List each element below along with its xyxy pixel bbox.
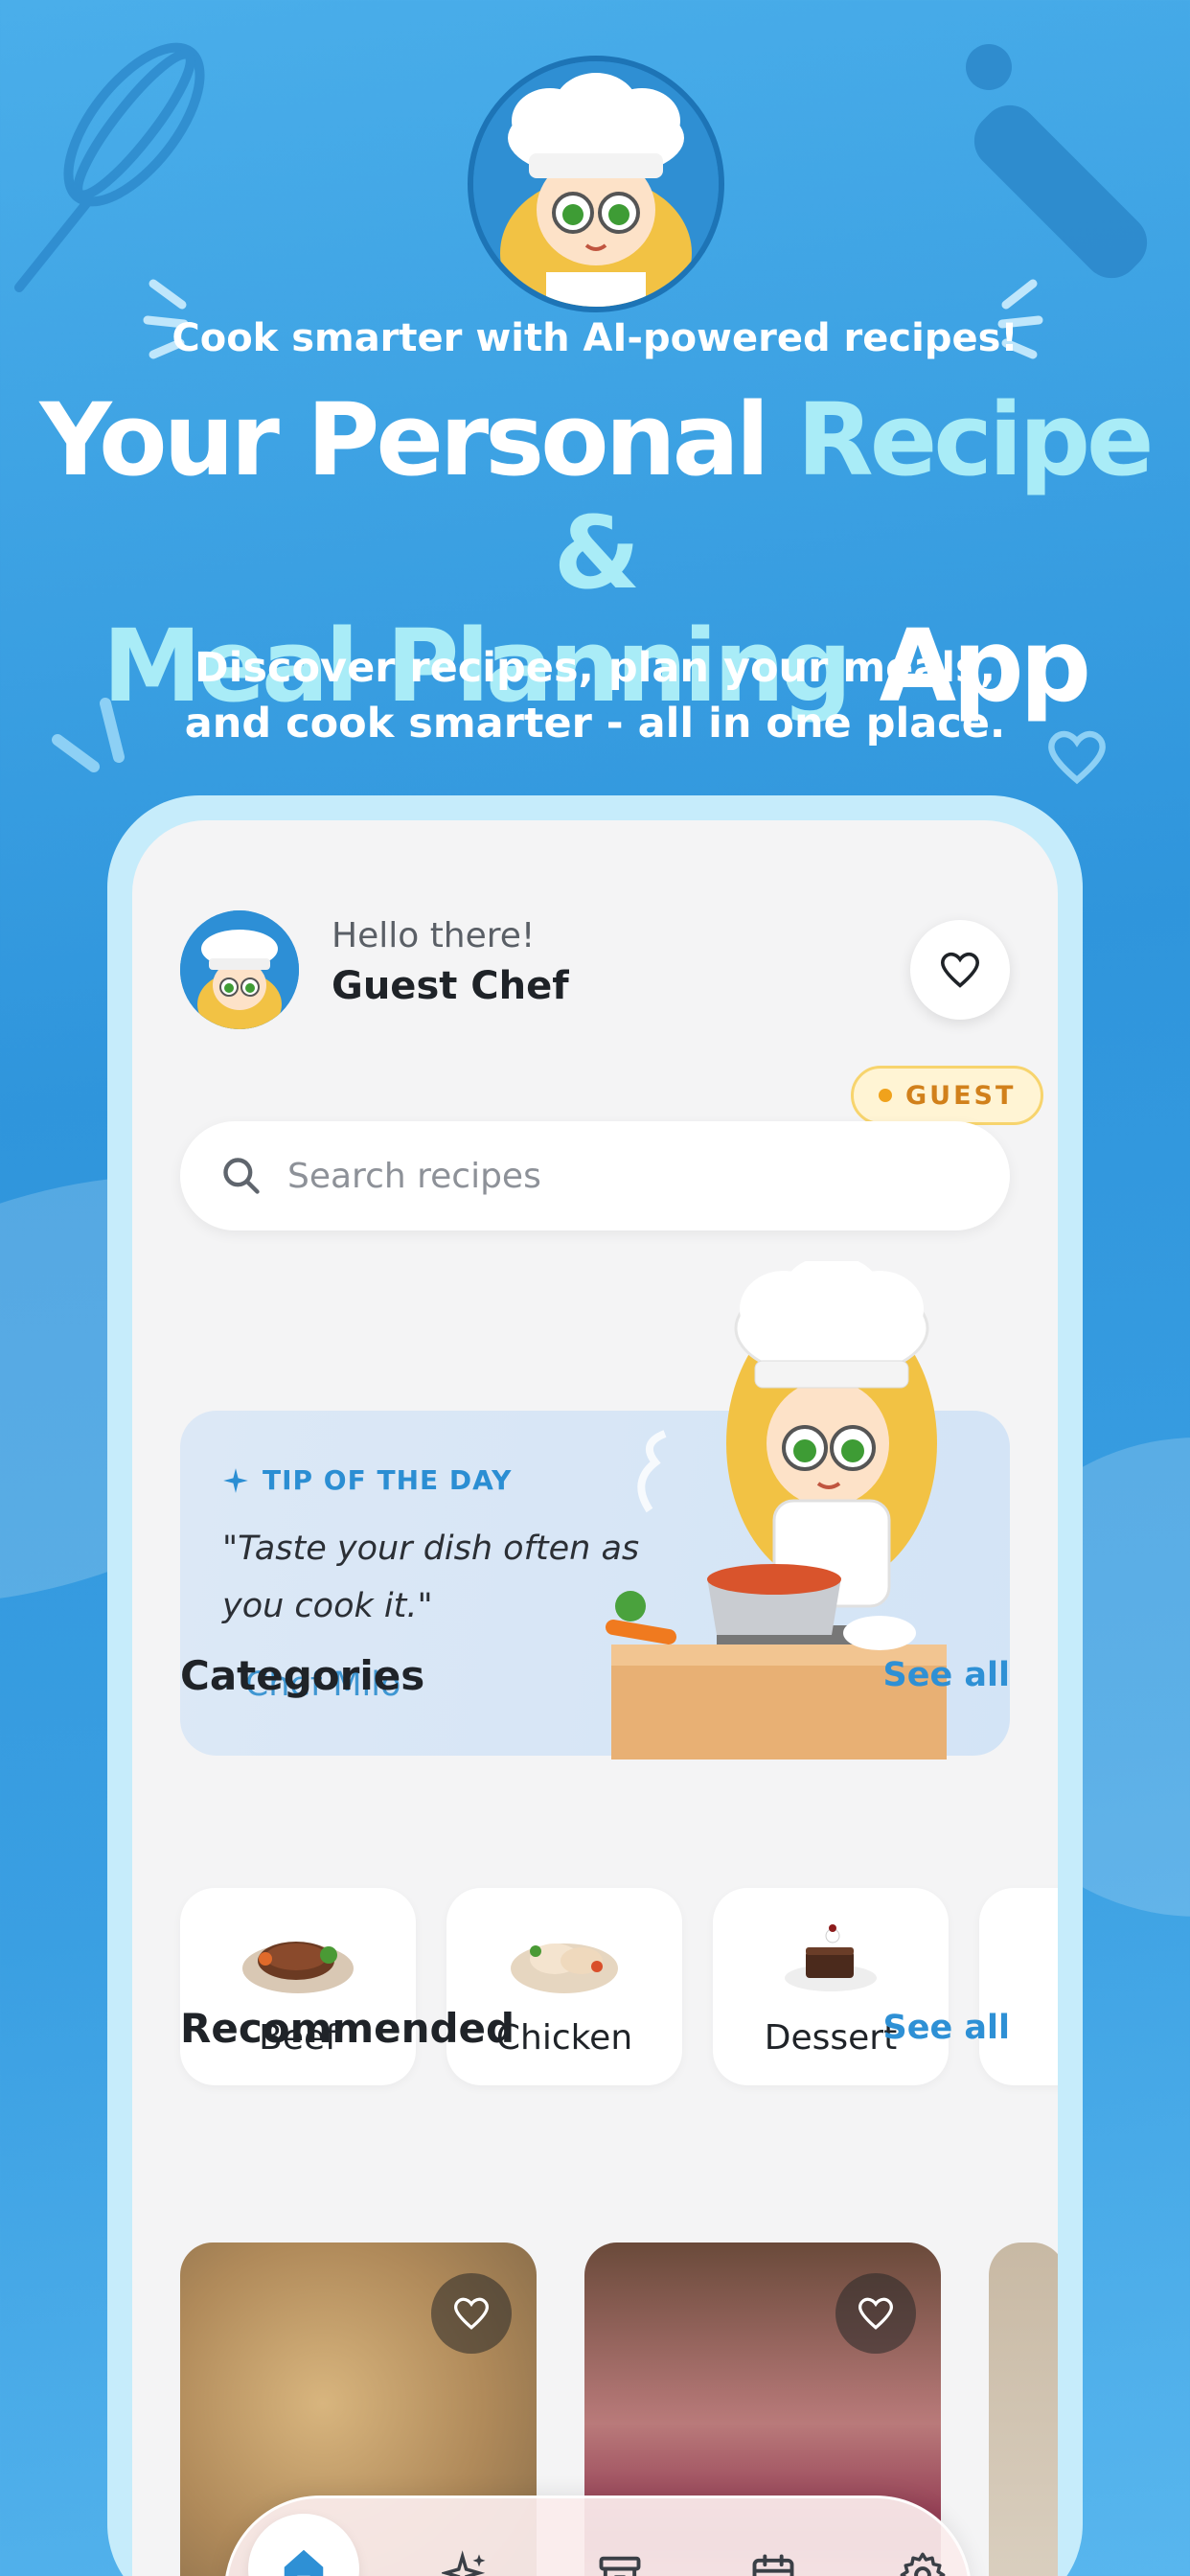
- heart-icon: [858, 2297, 894, 2330]
- recipe-card[interactable]: [989, 2242, 1058, 2576]
- nav-saved[interactable]: [572, 2527, 668, 2576]
- sparkles-icon: [442, 2550, 486, 2576]
- search-bar[interactable]: [180, 1121, 1010, 1230]
- greeting-text: Hello there!: [332, 916, 536, 955]
- beef-dish-icon: [242, 1942, 354, 1993]
- status-dot: [879, 1089, 892, 1102]
- categories-title: Categories: [180, 1652, 425, 1699]
- home-icon: [284, 2549, 324, 2576]
- dessert-dish-icon: [785, 1924, 877, 1991]
- hero-subhead: Discover recipes, plan your meals, and c…: [0, 640, 1190, 751]
- search-icon: [223, 1158, 260, 1194]
- recommended-see-all-link[interactable]: See all: [883, 2009, 1010, 2047]
- archive-icon: [599, 2556, 641, 2576]
- sparkle-icon: [223, 1467, 248, 1493]
- heart-icon: [940, 952, 980, 988]
- favorite-toggle[interactable]: [835, 2273, 916, 2354]
- nav-ai[interactable]: [419, 2527, 515, 2576]
- app-screen: Hello there! Guest Chef GUEST TIP OF T: [132, 820, 1058, 2576]
- tip-label-text: TIP OF THE DAY: [263, 1464, 513, 1496]
- category-card-dessert[interactable]: Dessert: [713, 1888, 949, 2085]
- recommended-title: Recommended: [180, 2005, 515, 2052]
- category-card-chicken[interactable]: Chicken: [446, 1888, 682, 2085]
- user-name: Guest Chef: [332, 964, 569, 1008]
- heart-icon: [453, 2297, 490, 2330]
- categories-see-all-link[interactable]: See all: [883, 1656, 1010, 1694]
- settings-icon: [900, 2552, 946, 2576]
- headline-part: Your Personal: [39, 381, 769, 498]
- favorites-button[interactable]: [910, 920, 1010, 1020]
- hero-tagline: Cook smarter with AI-powered recipes!: [172, 316, 1018, 360]
- favorite-toggle[interactable]: [431, 2273, 512, 2354]
- phone-mockup: Hello there! Guest Chef GUEST TIP OF T: [107, 795, 1083, 2576]
- subhead-line: and cook smarter - all in one place.: [184, 700, 1006, 748]
- chef-mascot-avatar: [468, 56, 724, 312]
- nav-home[interactable]: [248, 2514, 359, 2576]
- avatar[interactable]: [180, 910, 299, 1029]
- chicken-dish-icon: [511, 1944, 618, 1993]
- search-input[interactable]: [287, 1156, 958, 1196]
- category-card-more[interactable]: [979, 1888, 1058, 2085]
- nav-settings[interactable]: [875, 2527, 971, 2576]
- badge-label: GUEST: [905, 1080, 1017, 1111]
- category-card-beef[interactable]: Beef: [180, 1888, 416, 2085]
- rolling-pin-icon: [966, 44, 1148, 279]
- nav-planner[interactable]: [725, 2527, 821, 2576]
- tip-label: TIP OF THE DAY: [222, 1464, 512, 1496]
- bottom-navigation: [224, 2496, 972, 2576]
- status-badge: GUEST: [851, 1066, 1044, 1125]
- subhead-line: Discover recipes, plan your meals,: [194, 644, 995, 692]
- calendar-icon: [752, 2554, 794, 2576]
